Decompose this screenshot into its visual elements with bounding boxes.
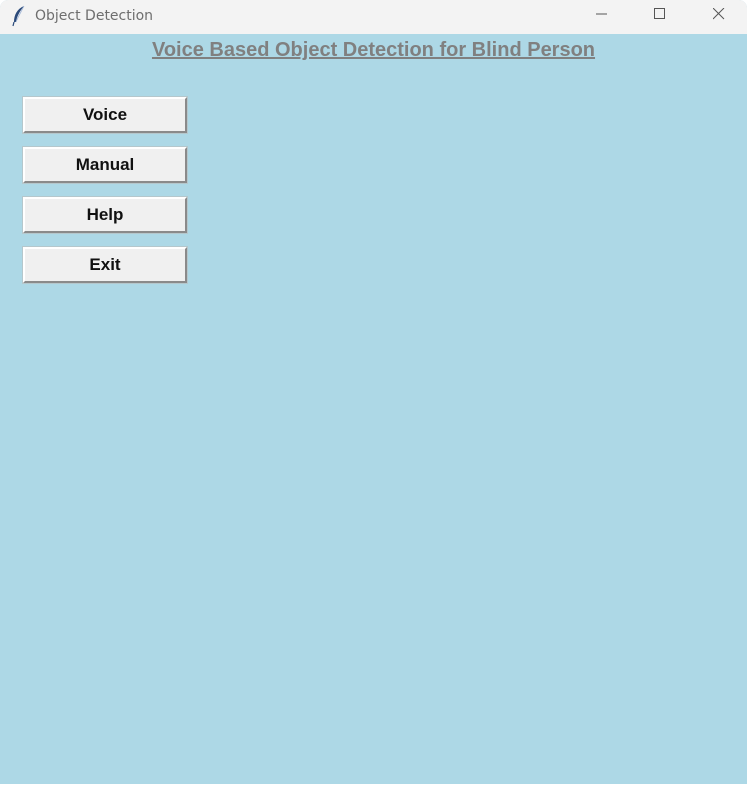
maximize-button[interactable] bbox=[637, 0, 683, 32]
maximize-icon bbox=[654, 7, 666, 25]
window-title: Object Detection bbox=[35, 8, 154, 24]
close-icon bbox=[712, 7, 725, 25]
page-title: Voice Based Object Detection for Blind P… bbox=[151, 39, 596, 61]
app-window: Object Detection Voice Based Object Dete… bbox=[0, 0, 747, 786]
minimize-button[interactable] bbox=[579, 0, 625, 32]
voice-button[interactable]: Voice bbox=[22, 96, 188, 134]
minimize-icon bbox=[596, 7, 608, 25]
manual-button[interactable]: Manual bbox=[22, 146, 188, 184]
close-button[interactable] bbox=[696, 0, 742, 32]
exit-button[interactable]: Exit bbox=[22, 246, 188, 284]
feather-icon bbox=[11, 5, 27, 27]
title-bar[interactable]: Object Detection bbox=[0, 0, 747, 34]
help-button[interactable]: Help bbox=[22, 196, 188, 234]
